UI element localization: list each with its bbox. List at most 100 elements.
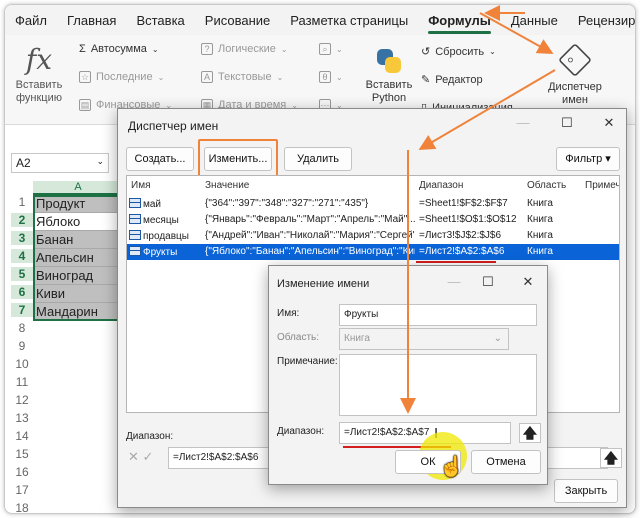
chevron-down-icon: ⌄ [157,72,165,82]
name-manager-button[interactable]: Диспетчер имен [545,41,605,107]
hand-cursor-icon: ☝ [439,456,464,478]
close-icon[interactable]: ✕ [519,274,537,290]
row-header[interactable]: 8 [11,321,33,335]
row-scope: Книга [527,246,553,257]
logical-button[interactable]: ? Логические ⌄ [201,43,288,55]
cell-a5[interactable]: Виноград [33,267,123,285]
reset-label: Сбросить [435,45,485,58]
list-item[interactable]: продавцы {"Андрей":"Иван":"Николай":"Мар… [127,228,619,244]
row-header[interactable]: 7 [11,303,33,317]
row-value: {"Январь":"Февраль":"Март":"Апрель":"Май… [205,214,415,225]
tab-page-layout[interactable]: Разметка страницы [280,13,418,28]
autosum-button[interactable]: Σ Автосумма ⌄ [79,43,159,55]
row-scope: Книга [527,230,553,241]
scope-select[interactable]: Книга ⌄ [339,328,509,350]
header-value[interactable]: Значение [205,180,249,191]
insert-python-button[interactable]: Вставить Python [363,41,415,105]
fx-icon: fx [25,43,53,76]
row-range: =Лист3!$J$2:$J$6 [419,230,502,241]
cell-a3[interactable]: Банан [33,231,123,249]
row-header[interactable]: 18 [11,501,33,513]
tab-data[interactable]: Данные [501,13,568,28]
tab-file[interactable]: Файл [5,13,57,28]
math-button[interactable]: θ ⌄ [319,71,343,83]
delete-button[interactable]: Удалить [284,147,352,171]
insert-function-button[interactable]: fx Вставить функцию [15,41,63,105]
collapse-arrow-icon[interactable]: 🡅 [519,423,541,443]
table-icon [129,214,141,224]
cancel-button[interactable]: Отмена [471,450,541,474]
theta-icon: θ [319,71,331,83]
row-header[interactable]: 9 [11,339,33,353]
list-item-selected[interactable]: Фрукты {"Яблоко":"Банан":"Апельсин":"Вин… [127,244,619,260]
cell-a1[interactable]: Продукт [33,195,123,213]
create-button[interactable]: Создать... [126,147,194,171]
row-header[interactable]: 10 [11,357,33,371]
maximize-icon[interactable]: ☐ [558,115,576,131]
chevron-down-icon: ⌄ [96,156,104,166]
row-header[interactable]: 1 [11,195,33,209]
cell-a7[interactable]: Мандарин [33,303,123,321]
tab-review[interactable]: Рецензиров [568,13,635,28]
name-input[interactable]: Фрукты [339,304,537,326]
row-header[interactable]: 13 [11,411,33,425]
column-header-a[interactable]: A [33,181,123,195]
list-item[interactable]: месяцы {"Январь":"Февраль":"Март":"Апрел… [127,212,619,228]
text-button[interactable]: A Текстовые ⌄ [201,71,283,83]
collapse-arrow-icon[interactable]: 🡅 [600,448,622,468]
row-scope: Книга [527,198,553,209]
header-name[interactable]: Имя [131,180,150,191]
edit-button[interactable]: Изменить... [204,147,272,171]
tab-insert[interactable]: Вставка [126,13,194,28]
recent-button[interactable]: ☆ Последние ⌄ [79,71,164,83]
name-box[interactable]: A2 ⌄ [11,153,109,173]
scope-value: Книга [344,333,370,344]
tab-formulas[interactable]: Формулы [418,13,501,34]
header-range[interactable]: Диапазон [419,180,463,191]
header-scope[interactable]: Область [527,180,566,191]
row-header[interactable]: 6 [11,285,33,299]
minimize-icon[interactable]: — [445,274,463,289]
editor-label: Редактор [435,73,483,86]
reset-icon: ↺ [421,46,431,58]
comment-textarea[interactable] [339,354,537,416]
row-name: Фрукты [143,247,178,258]
row-header[interactable]: 17 [11,483,33,497]
tab-draw[interactable]: Рисование [195,13,280,28]
close-button[interactable]: Закрыть [554,479,618,503]
maximize-icon[interactable]: ☐ [479,274,497,290]
insert-python-label: Вставить Python [365,79,413,104]
cell-a6[interactable]: Киви [33,285,123,303]
range-value: =Лист2!$A$2:$A$7 [344,427,430,438]
row-header[interactable]: 4 [11,249,33,263]
text-label: Текстовые [218,71,272,83]
row-header[interactable]: 11 [11,375,33,389]
row-header[interactable]: 16 [11,465,33,479]
tab-home[interactable]: Главная [57,13,126,28]
row-header[interactable]: 2 [11,213,33,227]
close-icon[interactable]: ✕ [600,115,618,131]
lookup-button[interactable]: ⌕ ⌄ [319,43,343,55]
filter-button[interactable]: Фильтр ▾ [556,147,620,171]
row-name: май [143,199,162,210]
row-header[interactable]: 14 [11,429,33,443]
row-header[interactable]: 15 [11,447,33,461]
row-header[interactable]: 3 [11,231,33,245]
row-header[interactable]: 12 [11,393,33,407]
editor-button[interactable]: ✎ Редактор [421,73,483,87]
list-item[interactable]: май {"364":"397":"348":"327":"271":"435"… [127,196,619,212]
reset-button[interactable]: ↺ Сбросить ⌄ [421,45,496,59]
cell-a4[interactable]: Апельсин [33,249,123,267]
cancel-accept-icons[interactable]: ✕ ✓ [128,449,153,465]
row-header[interactable]: 5 [11,267,33,281]
cell-a2[interactable]: Яблоко [33,213,123,231]
insert-function-label: Вставить функцию [15,79,63,104]
comment-label: Примечание: [277,356,338,367]
table-icon [129,246,141,256]
header-comment[interactable]: Примеч [585,180,619,191]
dialog-title: Диспетчер имен [128,119,219,133]
edit-name-dialog: Изменение имени — ☐ ✕ Имя: Фрукты Област… [268,265,548,485]
name-box-value: A2 [16,156,31,170]
sigma-icon: Σ [79,43,86,55]
minimize-icon[interactable]: — [514,115,532,130]
